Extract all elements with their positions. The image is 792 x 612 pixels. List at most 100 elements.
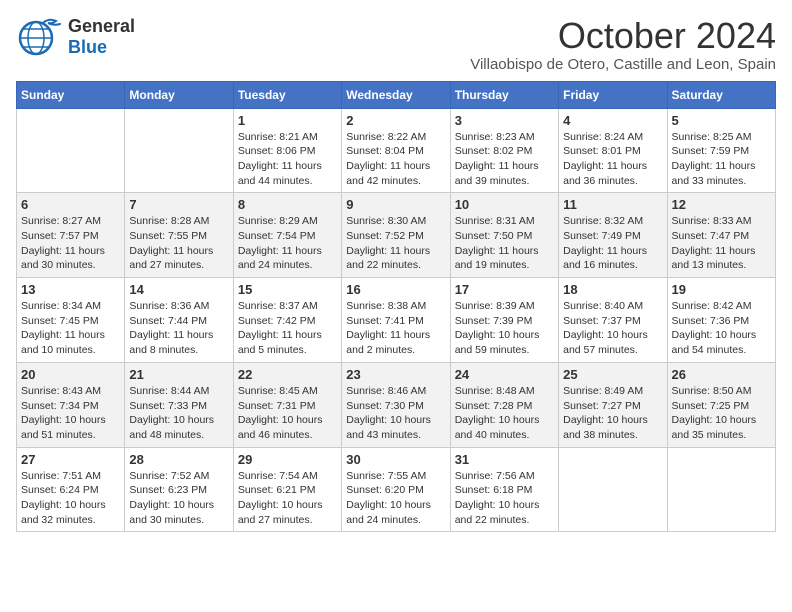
day-number: 6 — [21, 197, 120, 212]
logo: General Blue — [16, 16, 135, 58]
day-info: Sunrise: 7:55 AM Sunset: 6:20 PM Dayligh… — [346, 469, 445, 528]
weekday-header-wednesday: Wednesday — [342, 81, 450, 108]
day-info: Sunrise: 8:21 AM Sunset: 8:06 PM Dayligh… — [238, 130, 337, 189]
day-info: Sunrise: 8:30 AM Sunset: 7:52 PM Dayligh… — [346, 214, 445, 273]
calendar-cell: 20 Sunrise: 8:43 AM Sunset: 7:34 PM Dayli… — [17, 362, 125, 447]
day-number: 8 — [238, 197, 337, 212]
day-number: 11 — [563, 197, 662, 212]
calendar-cell — [17, 108, 125, 193]
calendar-cell: 31 Sunrise: 7:56 AM Sunset: 6:18 PM Dayli… — [450, 447, 558, 532]
day-number: 9 — [346, 197, 445, 212]
weekday-header-sunday: Sunday — [17, 81, 125, 108]
day-number: 23 — [346, 367, 445, 382]
calendar-cell: 16 Sunrise: 8:38 AM Sunset: 7:41 PM Dayli… — [342, 278, 450, 363]
calendar-cell: 29 Sunrise: 7:54 AM Sunset: 6:21 PM Dayli… — [233, 447, 341, 532]
weekday-header-saturday: Saturday — [667, 81, 775, 108]
day-number: 28 — [129, 452, 228, 467]
weekday-header-friday: Friday — [559, 81, 667, 108]
calendar-cell: 13 Sunrise: 8:34 AM Sunset: 7:45 PM Dayli… — [17, 278, 125, 363]
calendar-cell: 15Sunrise: 8:37 AM Sunset: 7:42 PM Dayli… — [233, 278, 341, 363]
calendar-cell: 2 Sunrise: 8:22 AM Sunset: 8:04 PM Daylig… — [342, 108, 450, 193]
calendar-cell: 19Sunrise: 8:42 AM Sunset: 7:36 PM Dayli… — [667, 278, 775, 363]
calendar-cell — [125, 108, 233, 193]
day-number: 27 — [21, 452, 120, 467]
day-info: Sunrise: 8:44 AM Sunset: 7:33 PM Dayligh… — [129, 384, 228, 443]
weekday-header-row: SundayMondayTuesdayWednesdayThursdayFrid… — [17, 81, 776, 108]
calendar-cell: 3Sunrise: 8:23 AM Sunset: 8:02 PM Daylig… — [450, 108, 558, 193]
day-number: 10 — [455, 197, 554, 212]
day-number: 25 — [563, 367, 662, 382]
calendar-week-4: 20 Sunrise: 8:43 AM Sunset: 7:34 PM Dayli… — [17, 362, 776, 447]
day-number: 30 — [346, 452, 445, 467]
calendar-cell: 17 Sunrise: 8:39 AM Sunset: 7:39 PM Dayli… — [450, 278, 558, 363]
calendar-cell: 1 Sunrise: 8:21 AM Sunset: 8:06 PM Daylig… — [233, 108, 341, 193]
calendar-cell — [559, 447, 667, 532]
day-info: Sunrise: 8:42 AM Sunset: 7:36 PM Dayligh… — [672, 299, 771, 358]
day-info: Sunrise: 8:36 AM Sunset: 7:44 PM Dayligh… — [129, 299, 228, 358]
day-info: Sunrise: 8:48 AM Sunset: 7:28 PM Dayligh… — [455, 384, 554, 443]
calendar-cell: 28Sunrise: 7:52 AM Sunset: 6:23 PM Dayli… — [125, 447, 233, 532]
day-info: Sunrise: 8:29 AM Sunset: 7:54 PM Dayligh… — [238, 214, 337, 273]
calendar-cell: 10 Sunrise: 8:31 AM Sunset: 7:50 PM Dayli… — [450, 193, 558, 278]
day-number: 17 — [455, 282, 554, 297]
calendar-cell: 11 Sunrise: 8:32 AM Sunset: 7:49 PM Dayli… — [559, 193, 667, 278]
calendar-cell: 27 Sunrise: 7:51 AM Sunset: 6:24 PM Dayli… — [17, 447, 125, 532]
day-number: 1 — [238, 113, 337, 128]
calendar-cell: 23 Sunrise: 8:46 AM Sunset: 7:30 PM Dayli… — [342, 362, 450, 447]
day-number: 5 — [672, 113, 771, 128]
day-info: Sunrise: 8:45 AM Sunset: 7:31 PM Dayligh… — [238, 384, 337, 443]
day-info: Sunrise: 8:31 AM Sunset: 7:50 PM Dayligh… — [455, 214, 554, 273]
calendar-cell: 30 Sunrise: 7:55 AM Sunset: 6:20 PM Dayli… — [342, 447, 450, 532]
day-number: 13 — [21, 282, 120, 297]
calendar-cell: 18Sunrise: 8:40 AM Sunset: 7:37 PM Dayli… — [559, 278, 667, 363]
calendar-week-3: 13 Sunrise: 8:34 AM Sunset: 7:45 PM Dayli… — [17, 278, 776, 363]
weekday-header-tuesday: Tuesday — [233, 81, 341, 108]
calendar-cell: 9 Sunrise: 8:30 AM Sunset: 7:52 PM Daylig… — [342, 193, 450, 278]
day-info: Sunrise: 8:38 AM Sunset: 7:41 PM Dayligh… — [346, 299, 445, 358]
calendar-cell: 4Sunrise: 8:24 AM Sunset: 8:01 PM Daylig… — [559, 108, 667, 193]
day-number: 24 — [455, 367, 554, 382]
day-info: Sunrise: 8:25 AM Sunset: 7:59 PM Dayligh… — [672, 130, 771, 189]
calendar-cell: 12Sunrise: 8:33 AM Sunset: 7:47 PM Dayli… — [667, 193, 775, 278]
day-info: Sunrise: 7:54 AM Sunset: 6:21 PM Dayligh… — [238, 469, 337, 528]
day-info: Sunrise: 8:46 AM Sunset: 7:30 PM Dayligh… — [346, 384, 445, 443]
weekday-header-monday: Monday — [125, 81, 233, 108]
day-number: 16 — [346, 282, 445, 297]
day-number: 14 — [129, 282, 228, 297]
calendar-cell: 26Sunrise: 8:50 AM Sunset: 7:25 PM Dayli… — [667, 362, 775, 447]
globe-icon — [16, 16, 62, 58]
calendar-cell: 24 Sunrise: 8:48 AM Sunset: 7:28 PM Dayli… — [450, 362, 558, 447]
day-info: Sunrise: 8:23 AM Sunset: 8:02 PM Dayligh… — [455, 130, 554, 189]
title-area: October 2024 Villaobispo de Otero, Casti… — [470, 16, 776, 73]
day-info: Sunrise: 7:51 AM Sunset: 6:24 PM Dayligh… — [21, 469, 120, 528]
calendar-cell: 8 Sunrise: 8:29 AM Sunset: 7:54 PM Daylig… — [233, 193, 341, 278]
day-info: Sunrise: 8:39 AM Sunset: 7:39 PM Dayligh… — [455, 299, 554, 358]
calendar-cell: 25 Sunrise: 8:49 AM Sunset: 7:27 PM Dayli… — [559, 362, 667, 447]
calendar-cell: 6 Sunrise: 8:27 AM Sunset: 7:57 PM Daylig… — [17, 193, 125, 278]
day-info: Sunrise: 8:49 AM Sunset: 7:27 PM Dayligh… — [563, 384, 662, 443]
calendar-cell — [667, 447, 775, 532]
location-subtitle: Villaobispo de Otero, Castille and Leon,… — [470, 56, 776, 73]
calendar-table: SundayMondayTuesdayWednesdayThursdayFrid… — [16, 81, 776, 533]
day-info: Sunrise: 7:56 AM Sunset: 6:18 PM Dayligh… — [455, 469, 554, 528]
day-number: 18 — [563, 282, 662, 297]
day-info: Sunrise: 8:27 AM Sunset: 7:57 PM Dayligh… — [21, 214, 120, 273]
day-number: 29 — [238, 452, 337, 467]
day-info: Sunrise: 8:34 AM Sunset: 7:45 PM Dayligh… — [21, 299, 120, 358]
calendar-cell: 7Sunrise: 8:28 AM Sunset: 7:55 PM Daylig… — [125, 193, 233, 278]
day-info: Sunrise: 8:32 AM Sunset: 7:49 PM Dayligh… — [563, 214, 662, 273]
day-info: Sunrise: 8:22 AM Sunset: 8:04 PM Dayligh… — [346, 130, 445, 189]
day-number: 31 — [455, 452, 554, 467]
logo-general: General — [68, 16, 135, 37]
calendar-week-1: 1 Sunrise: 8:21 AM Sunset: 8:06 PM Daylig… — [17, 108, 776, 193]
day-number: 22 — [238, 367, 337, 382]
day-info: Sunrise: 8:28 AM Sunset: 7:55 PM Dayligh… — [129, 214, 228, 273]
day-info: Sunrise: 8:50 AM Sunset: 7:25 PM Dayligh… — [672, 384, 771, 443]
day-number: 12 — [672, 197, 771, 212]
calendar-week-5: 27 Sunrise: 7:51 AM Sunset: 6:24 PM Dayli… — [17, 447, 776, 532]
weekday-header-thursday: Thursday — [450, 81, 558, 108]
calendar-cell: 22 Sunrise: 8:45 AM Sunset: 7:31 PM Dayli… — [233, 362, 341, 447]
day-number: 20 — [21, 367, 120, 382]
day-number: 2 — [346, 113, 445, 128]
day-info: Sunrise: 8:43 AM Sunset: 7:34 PM Dayligh… — [21, 384, 120, 443]
